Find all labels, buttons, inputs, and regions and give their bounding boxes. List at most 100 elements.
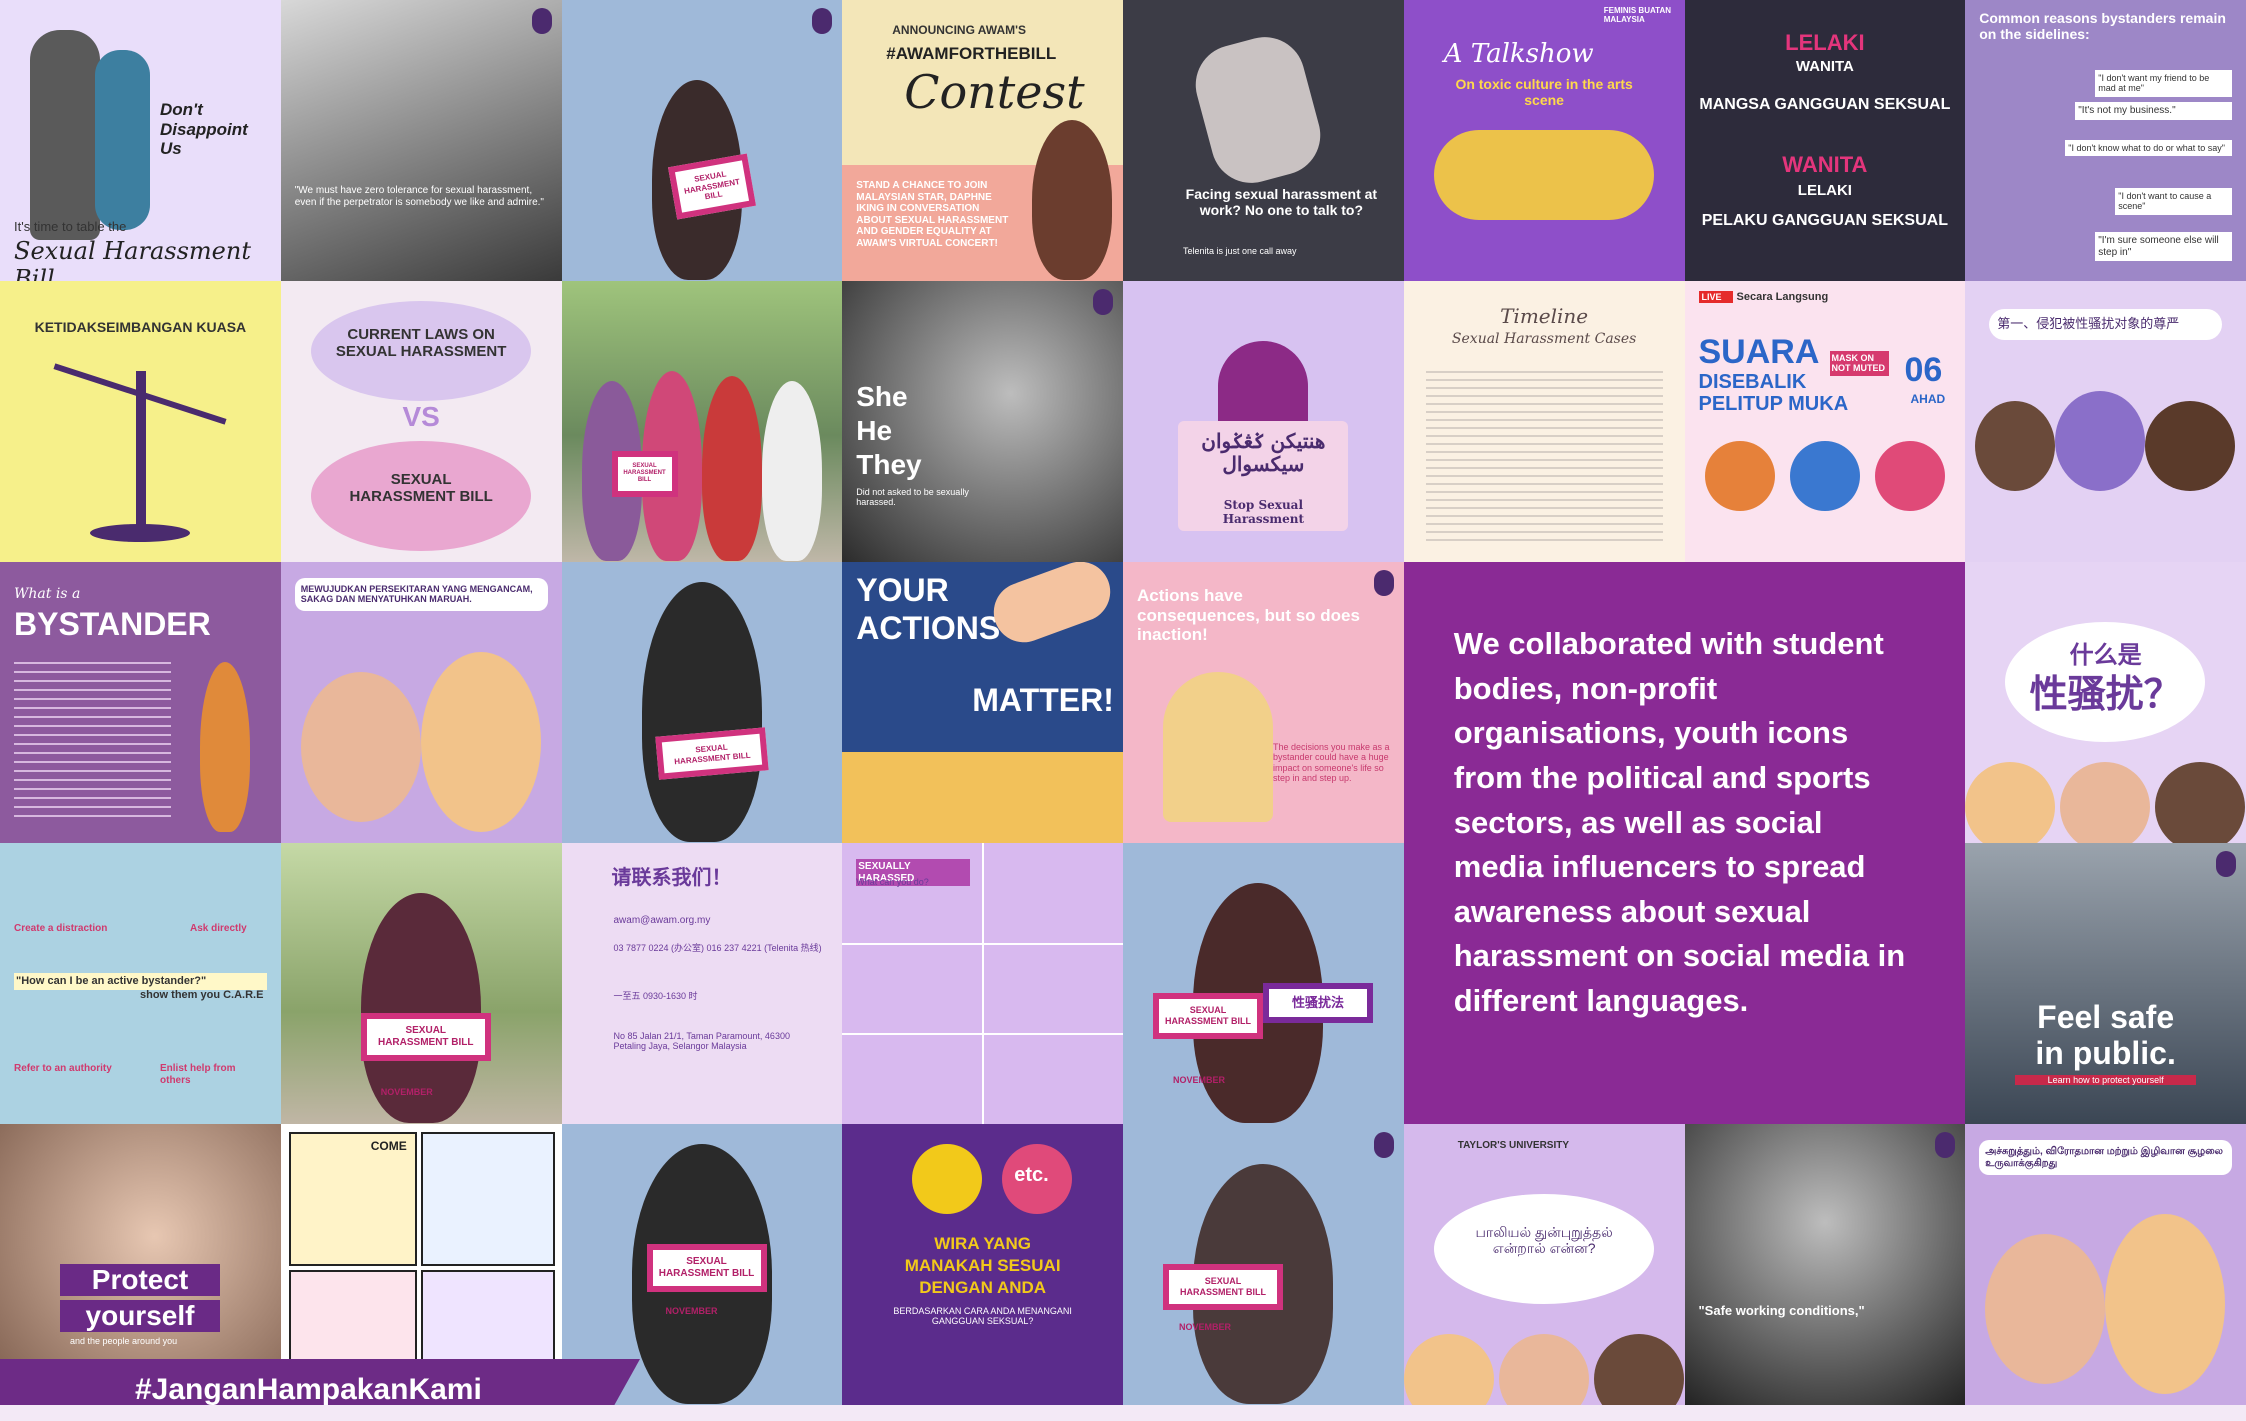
tile-title: 请联系我们！ <box>611 867 732 889</box>
tile-head: Common reasons bystanders remain on the … <box>1979 10 2226 43</box>
character <box>1985 1234 2106 1384</box>
tile-feel-safe: Feel safe in public. Learn how to protec… <box>1965 843 2246 1124</box>
birdcage-graphic <box>1163 672 1273 822</box>
quote-2: "It's not my business." <box>2075 102 2232 120</box>
tile-l4: WANITA <box>1782 152 1868 177</box>
sign-month: NOVEMBER <box>1179 1322 1232 1332</box>
tile-safe-working: "Safe working conditions," <box>1684 1124 1966 1405</box>
hand-phone-photo <box>1186 28 1330 192</box>
character <box>1593 1334 1684 1405</box>
sign-month: NOVEMBER <box>380 1087 433 1097</box>
tile-sexually-harassed: SEXUALLY HARASSED What can you do? <box>842 843 1123 1124</box>
hero-emblem-icon <box>912 1144 983 1214</box>
quote-3: "I don't know what to do or what to say" <box>2065 140 2232 157</box>
tile-secara: Secara Langsung <box>1736 291 1829 303</box>
tile-sign: Stop Sexual Harassment <box>1222 498 1305 526</box>
tile-top: ANNOUNCING AWAM'S <box>892 23 1026 37</box>
tile-l2: He <box>856 415 893 446</box>
character <box>1965 762 2056 843</box>
character <box>2105 1214 2226 1394</box>
live-badge: LIVE <box>1698 291 1733 304</box>
tile-l2: in public. <box>2035 1035 2176 1071</box>
tile-consequences: Actions have consequences, but so does i… <box>1123 562 1404 843</box>
tile-sign-man-shirt: SEXUAL HARASSMENT BILL NOVEMBER <box>1123 1124 1404 1405</box>
quote-5: "I'm sure someone else will step in" <box>2095 232 2232 261</box>
tile-contest: ANNOUNCING AWAM'S #AWAMFORTHEBILL Contes… <box>842 0 1123 281</box>
etc-label: etc. <box>1014 1164 1049 1186</box>
tile-corner: FEMINIS BUATAN MALAYSIA <box>1603 6 1672 25</box>
divider <box>982 843 985 1124</box>
character <box>1498 1334 1589 1405</box>
tile-l3: They <box>856 449 922 480</box>
tile-lelaki-wanita: LELAKI WANITA MANGSA GANGGUAN SEKSUAL WA… <box>1684 0 1966 281</box>
daphne-photo <box>1032 120 1113 280</box>
standing-figure <box>30 30 100 240</box>
body-text-lines <box>14 662 171 822</box>
quote-4: "I don't want to cause a scene" <box>2115 188 2232 215</box>
standing-figure <box>95 50 150 230</box>
contact-phone: 03 7877 0224 (办公室) 016 237 4221 (Telenit… <box>613 943 822 953</box>
awam-logo-icon <box>812 8 833 34</box>
tile-she-he-they: She He They Did not asked to be sexually… <box>842 281 1123 562</box>
tile-l2: yourself <box>60 1300 220 1333</box>
tile-t2: MANAKAH SESUAI <box>904 1256 1061 1275</box>
sign-month: NOVEMBER <box>1173 1075 1226 1085</box>
tile-vs: VS <box>402 401 440 432</box>
date-number: 06 <box>1904 351 1943 389</box>
tile-t4: BERDASARKAN CARA ANDA MENANGANI GANGGUAN… <box>893 1306 1072 1327</box>
tile-text: அச்சுறுத்தும், விரோதமான மற்றும் இழிவான ச… <box>1979 1140 2232 1175</box>
quote-1: "I don't want my friend to be mad at me" <box>2095 70 2232 97</box>
campaign-sign-cn: 性骚扰法 <box>1263 983 1373 1023</box>
campaign-sign: SEXUAL HARASSMENT BILL <box>611 451 678 497</box>
tile-wira: etc. WIRA YANG MANAKAH SESUAI DENGAN AND… <box>842 1124 1123 1405</box>
tile-threatening-env: MEWUJUDKAN PERSEKITARAN YANG MENGANCAM, … <box>280 562 562 843</box>
tile-s: show them you C.A.R.E <box>140 989 264 1001</box>
tile-w: 性骚扰？ <box>2029 674 2182 716</box>
feature-text: We collaborated with student bodies, non… <box>1453 626 1906 1018</box>
awam-logo-icon <box>531 8 552 34</box>
tile-power-imbalance: KETIDAKSEIMBANGAN KUASA <box>0 281 281 562</box>
uni-name: TAYLOR'S UNIVERSITY <box>1457 1140 1570 1151</box>
speaker-photo <box>1789 441 1860 511</box>
tile-bottom: SEXUAL HARASSMENT BILL <box>349 471 493 506</box>
tile-title: Don't Disappoint Us <box>160 100 248 159</box>
tile-text: Facing sexual harassment at work? No one… <box>1185 186 1378 219</box>
tile-zero-tolerance: "We must have zero tolerance for sexual … <box>280 0 562 281</box>
campaign-sign: SEXUAL HARASSMENT BILL <box>1163 1264 1283 1310</box>
tile-head: MEWUJUDKAN PERSEKITARAN YANG MENGANCAM, … <box>294 578 548 611</box>
tile-chinese-dignity: 第一、侵犯被性骚扰对象的尊严 <box>1965 281 2246 562</box>
awam-logo-icon <box>1935 1132 1956 1158</box>
mask-badge: MASK ON NOT MUTED <box>1829 351 1889 376</box>
tile-b: Ask directly <box>190 923 247 934</box>
tile-sub: On toxic culture in the arts scene <box>1455 76 1633 109</box>
tile-facing-harassment: Facing sexual harassment at work? No one… <box>1123 0 1404 281</box>
campaign-collage: Don't Disappoint Us It's time to table t… <box>0 0 2246 1405</box>
divider <box>842 1033 1123 1035</box>
person <box>761 381 822 561</box>
tile-sub: Sexual Harassment Cases <box>1451 331 1637 347</box>
tile-current-laws: CURRENT LAWS ON SEXUAL HARASSMENT VS SEX… <box>280 281 562 562</box>
person-photo <box>641 582 762 842</box>
character <box>1975 401 2056 491</box>
tile-t1: WIRA YANG <box>934 1234 1031 1253</box>
awam-logo-icon <box>1373 570 1394 596</box>
tile-head: KETIDAKSEIMBANGAN KUASA <box>34 319 247 335</box>
tile-quote: "We must have zero tolerance for sexual … <box>294 185 544 208</box>
bw-photo <box>280 0 562 281</box>
campaign-sign: SEXUAL HARASSMENT BILL <box>1153 993 1263 1039</box>
character <box>2060 762 2151 843</box>
tile-pre: What is a <box>14 586 81 602</box>
tile-l1: LELAKI <box>1785 30 1865 55</box>
tile-sub: and the people around you <box>70 1336 178 1346</box>
tile-text: 第一、侵犯被性骚扰对象的尊严 <box>1989 309 2222 340</box>
tile-small: Telenita is just one call away <box>1183 246 1297 256</box>
tile-l1: She <box>856 381 908 412</box>
date-day: AHAD <box>1910 392 1946 406</box>
hashtag-text: #JanganHampakanKami <box>135 1373 482 1406</box>
tile-d: Enlist help from others <box>160 1063 236 1086</box>
campaign-sign: SEXUAL HARASSMENT BILL <box>646 1244 767 1292</box>
tile-text: "Safe working conditions," <box>1698 1303 1865 1318</box>
awam-logo-icon <box>1373 1132 1394 1158</box>
character <box>2145 401 2236 491</box>
tile-hashtag: #AWAMFORTHEBILL <box>886 44 1057 63</box>
